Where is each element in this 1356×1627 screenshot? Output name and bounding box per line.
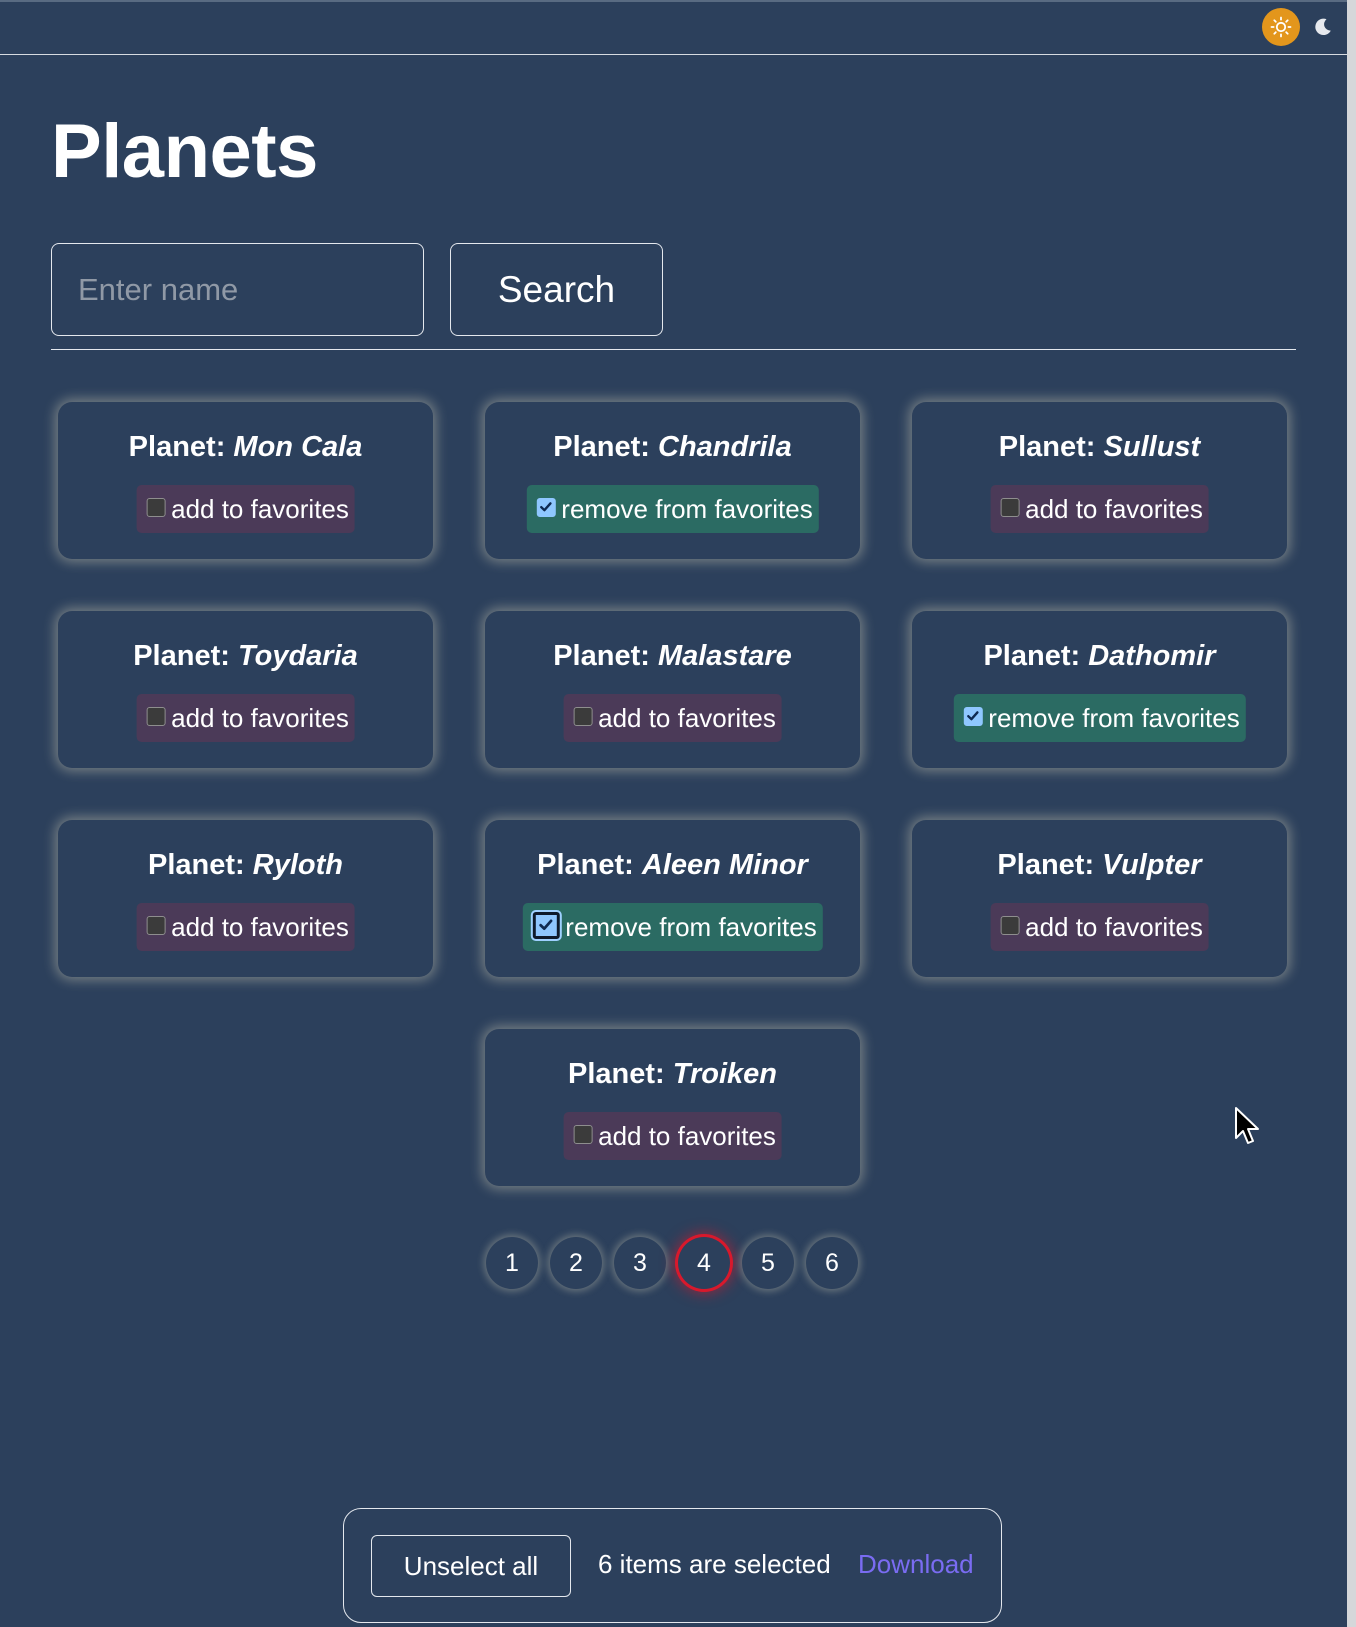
planet-card: Planet: Sullust add to favorites — [912, 402, 1287, 559]
planet-name: Vulpter — [1102, 849, 1202, 881]
card-title: Planet: Sullust — [998, 431, 1201, 463]
favorite-label: add to favorites — [598, 1120, 776, 1151]
page-button-4[interactable]: 4 — [678, 1237, 730, 1289]
favorite-label: add to favorites — [598, 702, 776, 733]
favorite-label: add to favorites — [171, 702, 349, 733]
favorite-toggle[interactable]: add to favorites — [563, 1112, 782, 1160]
page-button-3[interactable]: 3 — [614, 1237, 666, 1289]
planet-name: Malastare — [657, 640, 792, 672]
mouse-cursor-icon — [1235, 1107, 1259, 1144]
favorite-toggle[interactable]: remove from favorites — [526, 485, 819, 533]
card-title: Planet: Aleen Minor — [537, 849, 808, 881]
favorite-toggle[interactable]: remove from favorites — [522, 903, 823, 951]
favorite-label: remove from favorites — [988, 702, 1240, 733]
planet-card: Planet: Mon Cala add to favorites — [58, 402, 433, 559]
favorite-toggle[interactable]: add to favorites — [136, 903, 355, 951]
favorite-checkbox[interactable] — [146, 915, 166, 935]
page-button-5[interactable]: 5 — [742, 1237, 794, 1289]
planet-name: Aleen Minor — [641, 849, 808, 881]
page: Planets Search Planet: Mon Cala add to f… — [0, 0, 1347, 1627]
planet-card: Planet: Ryloth add to favorites — [58, 820, 433, 977]
favorite-label: remove from favorites — [565, 911, 817, 942]
favorite-label: add to favorites — [171, 493, 349, 524]
light-theme-button[interactable] — [1262, 8, 1300, 46]
favorite-label: add to favorites — [1025, 493, 1203, 524]
favorite-checkbox[interactable] — [1000, 497, 1020, 517]
planet-name: Chandrila — [658, 431, 792, 463]
card-title: Planet: Ryloth — [148, 849, 343, 881]
planet-card: Planet: Toydaria add to favorites — [58, 611, 433, 768]
pagination: 1 2 3 4 5 6 — [486, 1237, 858, 1289]
planet-name: Troiken — [672, 1058, 777, 1090]
planet-name: Dathomir — [1088, 640, 1216, 672]
moon-icon — [1315, 18, 1331, 36]
selected-count: 6 items are selected — [598, 1549, 831, 1579]
favorite-checkbox[interactable] — [146, 497, 166, 517]
card-title: Planet: Malastare — [553, 640, 792, 672]
planet-card: Planet: Chandrila remove from favorites — [485, 402, 860, 559]
checkmark-icon — [540, 502, 552, 512]
top-bar — [0, 2, 1347, 55]
page-button-1[interactable]: 1 — [486, 1237, 538, 1289]
page-button-6[interactable]: 6 — [806, 1237, 858, 1289]
planet-card: Planet: Dathomir remove from favorites — [912, 611, 1287, 768]
card-title: Planet: Troiken — [568, 1058, 777, 1090]
favorite-toggle[interactable]: add to favorites — [990, 903, 1209, 951]
planet-card: Planet: Aleen Minor remove from favorite… — [485, 820, 860, 977]
planet-card: Planet: Vulpter add to favorites — [912, 820, 1287, 977]
page-button-2[interactable]: 2 — [550, 1237, 602, 1289]
favorite-checkbox[interactable] — [536, 497, 556, 517]
favorite-checkbox[interactable] — [530, 909, 562, 941]
card-title: Planet: Dathomir — [983, 640, 1216, 672]
planet-card: Planet: Malastare add to favorites — [485, 611, 860, 768]
favorite-toggle[interactable]: add to favorites — [990, 485, 1209, 533]
planet-name: Sullust — [1103, 431, 1201, 463]
download-link[interactable]: Download — [858, 1549, 974, 1580]
page-title: Planets — [51, 109, 318, 194]
favorite-checkbox[interactable] — [1000, 915, 1020, 935]
favorite-toggle[interactable]: add to favorites — [563, 694, 782, 742]
dark-theme-button[interactable] — [1308, 12, 1338, 42]
planet-card: Planet: Troiken add to favorites — [485, 1029, 860, 1186]
card-title: Planet: Mon Cala — [128, 431, 363, 463]
card-title: Planet: Toydaria — [133, 640, 358, 672]
search-input[interactable] — [51, 243, 424, 336]
unselect-all-button[interactable]: Unselect all — [371, 1535, 571, 1597]
favorite-checkbox[interactable] — [573, 1124, 593, 1144]
card-title: Planet: Chandrila — [553, 431, 792, 463]
card-title: Planet: Vulpter — [997, 849, 1202, 881]
favorite-label: add to favorites — [171, 911, 349, 942]
selection-flyout: Unselect all 6 items are selected Downlo… — [343, 1508, 1002, 1623]
favorite-label: remove from favorites — [561, 493, 813, 524]
scrollbar[interactable] — [1347, 0, 1356, 1627]
favorite-toggle[interactable]: add to favorites — [136, 485, 355, 533]
divider — [51, 349, 1296, 350]
checkmark-icon — [967, 711, 979, 721]
planet-name: Ryloth — [252, 849, 343, 881]
favorite-checkbox[interactable] — [963, 706, 983, 726]
planet-name: Toydaria — [237, 640, 358, 672]
favorite-checkbox[interactable] — [146, 706, 166, 726]
favorite-checkbox[interactable] — [573, 706, 593, 726]
favorite-label: add to favorites — [1025, 911, 1203, 942]
favorite-toggle[interactable]: remove from favorites — [953, 694, 1246, 742]
checkmark-icon — [539, 919, 553, 931]
favorite-toggle[interactable]: add to favorites — [136, 694, 355, 742]
search-button[interactable]: Search — [450, 243, 663, 336]
planet-name: Mon Cala — [233, 431, 363, 463]
sun-icon — [1270, 16, 1292, 38]
